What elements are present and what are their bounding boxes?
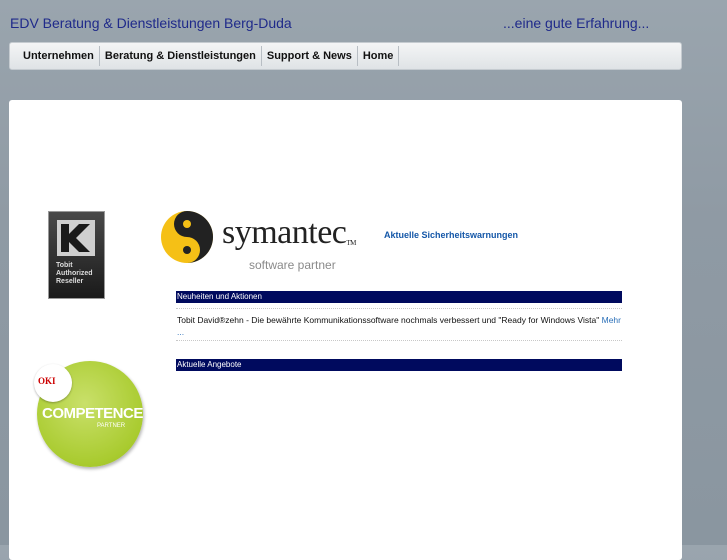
site-title: EDV Beratung & Dienstleistungen Berg-Dud… [10,15,292,31]
news-item-text: Tobit David®zehn - Die bewährte Kommunik… [177,315,600,325]
nav-item-beratung[interactable]: Beratung & Dienstleistungen [100,46,262,66]
offers-section-header: Aktuelle Angebote [176,359,622,371]
oki-badge: OKI [34,364,72,402]
oki-competence-text: COMPETENCE [42,405,143,422]
symantec-swirl-icon [160,210,214,264]
oki-brand-text: OKI [38,376,56,386]
divider [176,308,622,309]
divider [176,340,622,341]
symantec-word: symantec [222,214,347,251]
site-tagline: ...eine gute Erfahrung... [503,15,650,31]
tobit-reseller-logo[interactable]: Tobit Authorized Reseller [48,211,105,299]
news-section-header: Neuheiten und Aktionen [176,291,622,303]
nav-item-unternehmen[interactable]: Unternehmen [18,46,100,66]
oki-competence-partner-logo[interactable]: OKI COMPETENCE PARTNER [34,361,143,467]
nav-item-home[interactable]: Home [358,46,400,66]
main-navigation: Unternehmen Beratung & Dienstleistungen … [9,42,682,70]
symantec-tm: TM [346,239,356,247]
news-item: Tobit David®zehn - Die bewährte Kommunik… [177,314,622,338]
symantec-subtitle: software partner [249,258,336,272]
security-warnings-link[interactable]: Aktuelle Sicherheitswarnungen [384,230,518,240]
tobit-reseller-text: Tobit Authorized Reseller [56,262,93,285]
oki-partner-text: PARTNER [97,423,126,429]
nav-item-support-news[interactable]: Support & News [262,46,358,66]
symantec-wordmark: symantecTM [222,214,356,252]
tobit-mark-icon [57,220,95,256]
